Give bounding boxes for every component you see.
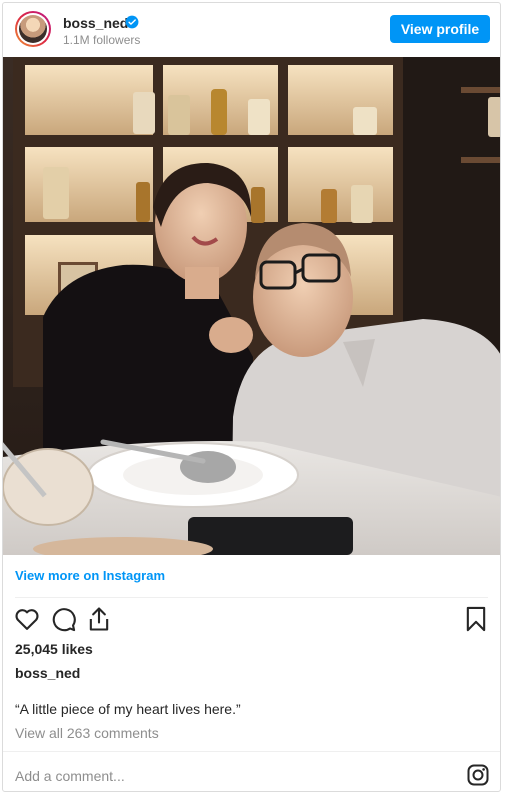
post-photo[interactable]	[3, 57, 500, 555]
instagram-logo-icon[interactable]	[466, 763, 490, 787]
share-icon[interactable]	[85, 605, 113, 633]
verified-badge-icon	[125, 15, 139, 29]
instagram-embed-card: boss_ned 1.1M followers View profile Vie…	[2, 2, 501, 792]
add-comment-input[interactable]: Add a comment...	[15, 768, 125, 784]
caption-text: “A little piece of my heart lives here.”	[15, 701, 241, 717]
heart-icon[interactable]	[13, 605, 41, 633]
post-header: boss_ned 1.1M followers View profile	[3, 3, 500, 57]
username-link[interactable]: boss_ned	[63, 15, 128, 31]
follower-count: 1.1M followers	[63, 33, 141, 47]
view-comments-link[interactable]: View all 263 comments	[15, 725, 159, 741]
bookmark-icon[interactable]	[462, 605, 490, 633]
divider	[3, 751, 500, 752]
action-bar	[3, 603, 500, 635]
divider	[15, 597, 488, 598]
comment-bubble-icon[interactable]	[49, 605, 77, 633]
like-count[interactable]: 25,045 likes	[15, 641, 93, 657]
caption-username[interactable]: boss_ned	[15, 665, 80, 681]
view-more-link[interactable]: View more on Instagram	[15, 568, 165, 583]
view-profile-button[interactable]: View profile	[390, 15, 490, 43]
avatar[interactable]	[15, 11, 51, 47]
